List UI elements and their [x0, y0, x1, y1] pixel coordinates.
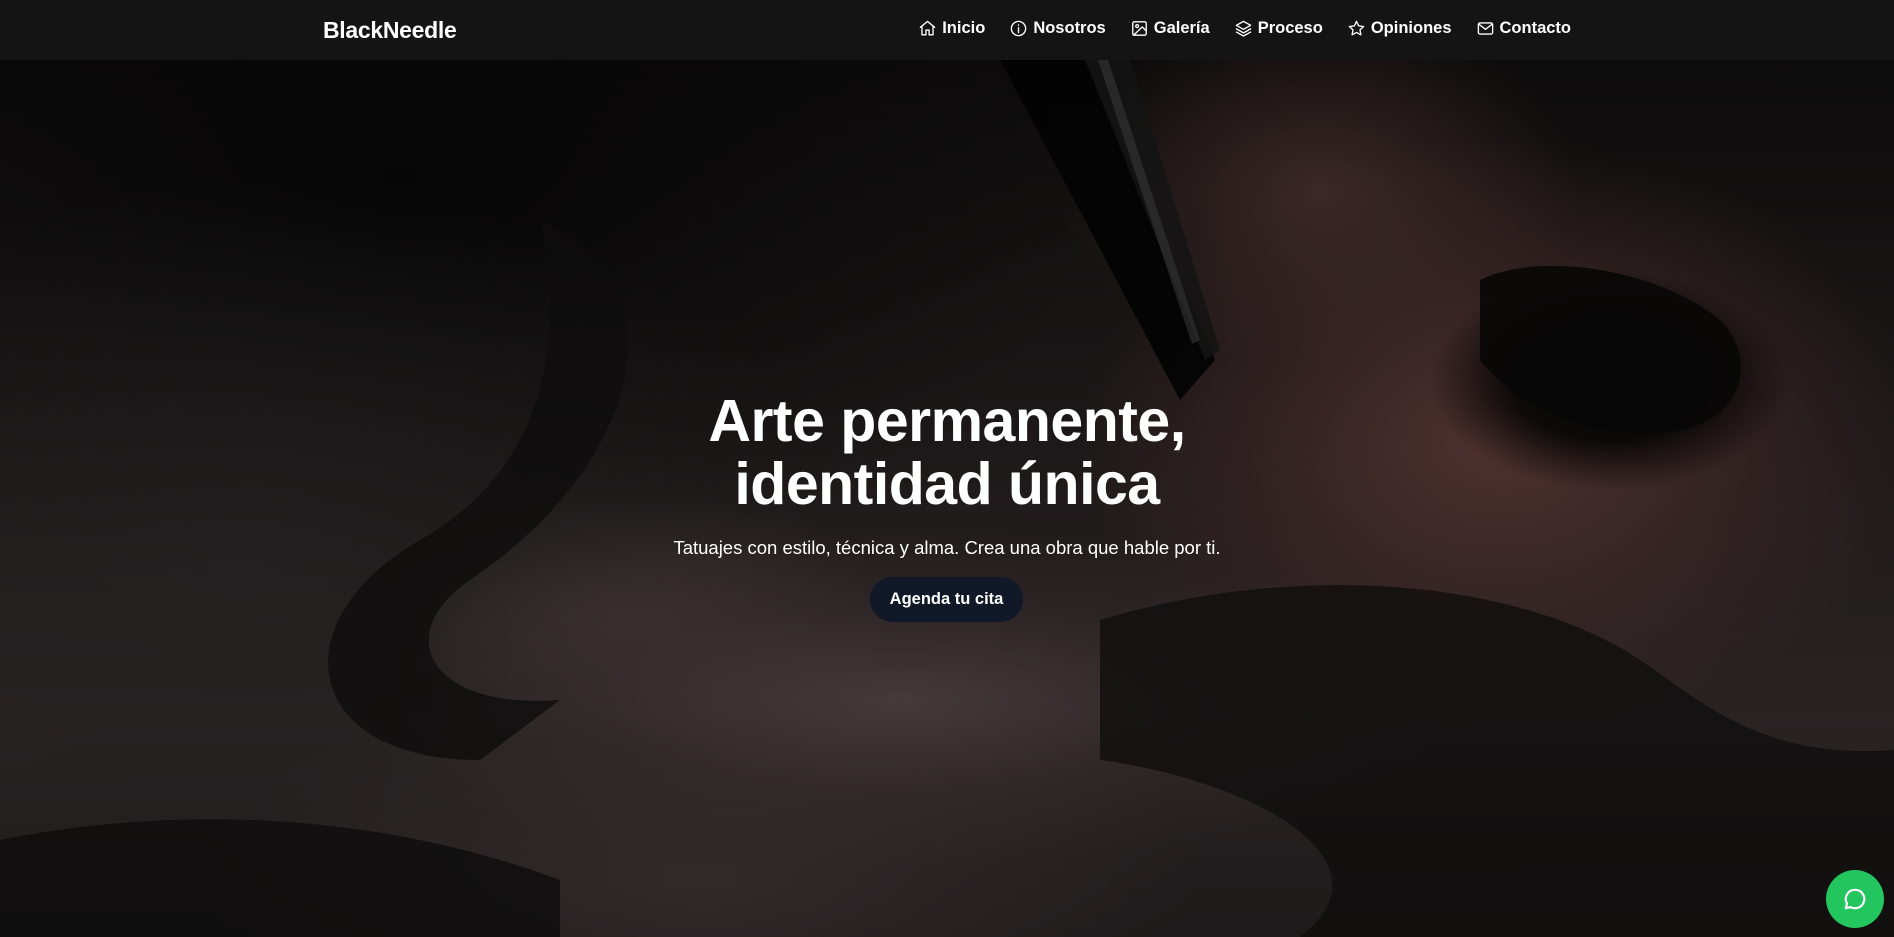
layers-icon — [1235, 20, 1252, 37]
navbar: BlackNeedle Inicio Nosotros Galería Proc… — [0, 0, 1894, 60]
star-icon — [1348, 20, 1365, 36]
nav-item-label: Inicio — [942, 19, 986, 37]
brand-logo[interactable]: BlackNeedle — [323, 15, 457, 45]
chat-button[interactable] — [1826, 870, 1884, 928]
image-icon — [1131, 20, 1147, 36]
hero-section: Arte permanente, identidad única Tatuaje… — [0, 60, 1894, 937]
chat-bubble-icon — [1844, 888, 1866, 910]
hero-title-line-1: Arte permanente, — [708, 388, 1186, 454]
book-appointment-button[interactable]: Agenda tu cita — [870, 577, 1023, 622]
mail-icon — [1477, 21, 1493, 35]
nav-item-label: Galería — [1153, 19, 1210, 37]
nav-item-label: Proceso — [1257, 19, 1323, 37]
info-icon — [1011, 20, 1027, 36]
nav-item-galeria[interactable]: Galería — [1130, 16, 1210, 40]
nav-item-label: Nosotros — [1033, 19, 1106, 37]
hero-subtitle: Tatuajes con estilo, técnica y alma. Cre… — [673, 537, 1221, 558]
nav-item-label: Opiniones — [1370, 19, 1452, 37]
nav-item-inicio[interactable]: Inicio — [918, 16, 985, 40]
hero-title: Arte permanente, identidad única — [0, 390, 1894, 516]
nav-item-nosotros[interactable]: Nosotros — [1009, 16, 1106, 40]
nav-item-opiniones[interactable]: Opiniones — [1347, 16, 1452, 40]
home-icon — [919, 20, 936, 36]
nav-item-contacto[interactable]: Contacto — [1476, 16, 1572, 40]
main-nav: Inicio Nosotros Galería Proceso Opinione… — [918, 16, 1571, 40]
hero-content: Arte permanente, identidad única Tatuaje… — [0, 60, 1894, 937]
nav-item-label: Contacto — [1499, 19, 1572, 37]
nav-item-proceso[interactable]: Proceso — [1234, 16, 1323, 40]
hero-title-line-2: identidad única — [734, 451, 1160, 517]
